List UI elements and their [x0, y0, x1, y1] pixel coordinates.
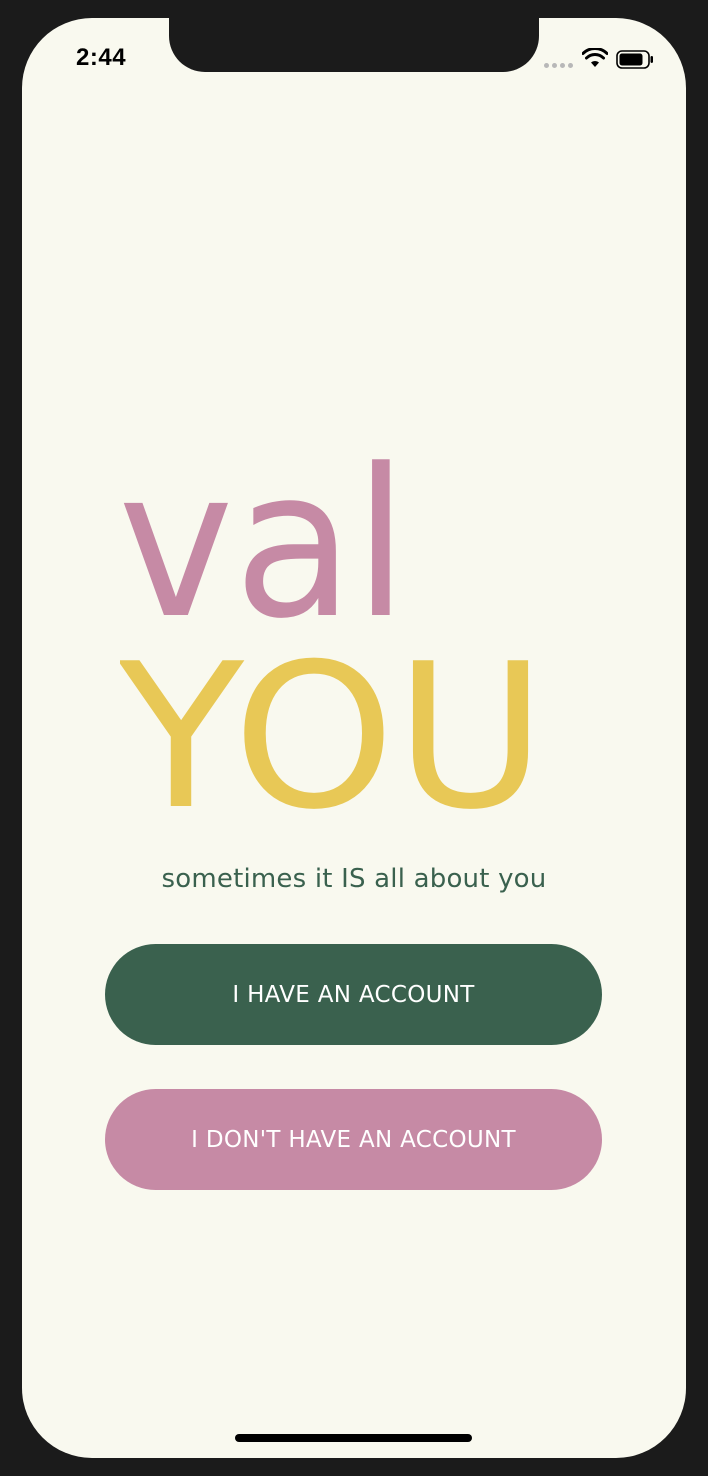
- device-frame: 2:44 val YOU sometimes it IS all about y…: [0, 0, 708, 1476]
- app-screen: 2:44 val YOU sometimes it IS all about y…: [22, 18, 686, 1458]
- status-time: 2:44: [76, 44, 127, 71]
- valyou-logo: val YOU: [120, 426, 546, 820]
- have-account-button[interactable]: I HAVE AN ACCOUNT: [105, 944, 602, 1045]
- wifi-icon: [582, 48, 608, 67]
- home-indicator[interactable]: [235, 1434, 472, 1442]
- signal-dots-icon: [544, 63, 573, 68]
- no-account-button[interactable]: I DON'T HAVE AN ACCOUNT: [105, 1089, 602, 1190]
- battery-icon: [616, 50, 653, 69]
- logo-text-you: YOU: [120, 621, 546, 820]
- tagline: sometimes it IS all about you: [161, 864, 547, 894]
- device-notch: [169, 18, 539, 72]
